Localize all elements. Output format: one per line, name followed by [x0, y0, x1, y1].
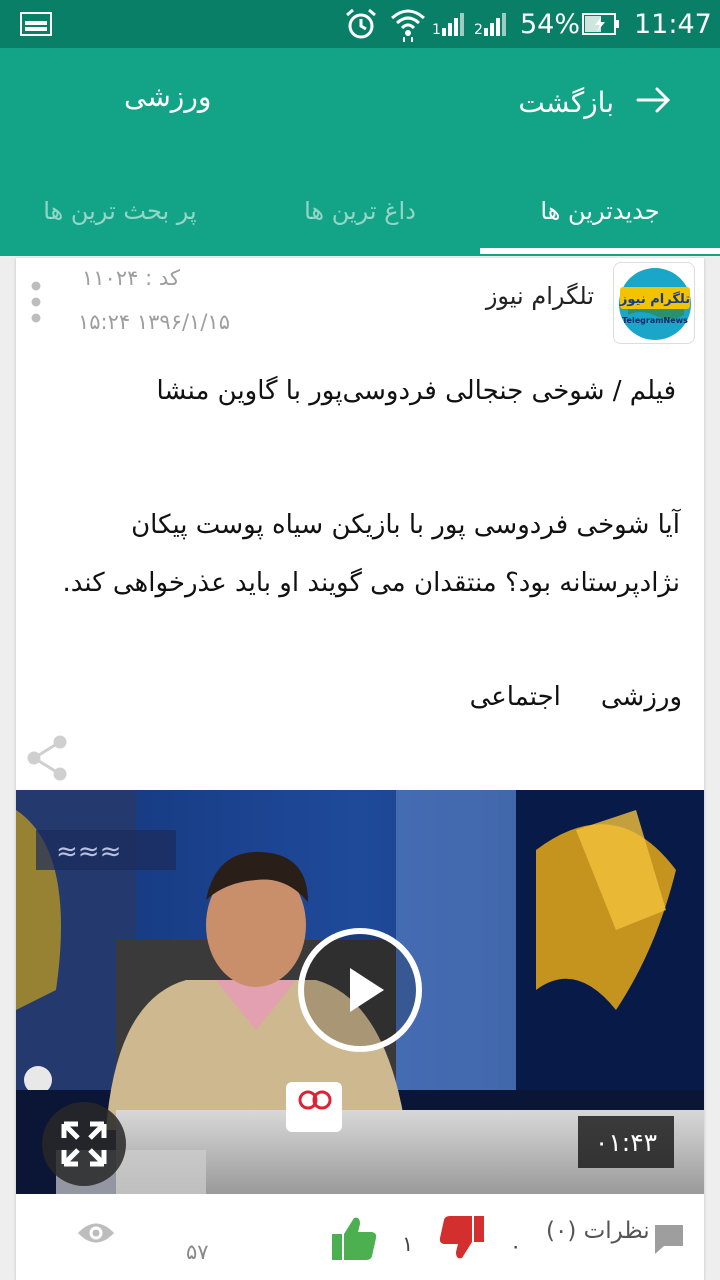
- wifi-icon: [390, 0, 426, 48]
- battery-charging-icon: [582, 0, 620, 48]
- post-body-line: آیا شوخی فردوسی پور با بازیکن سیاه پوست …: [131, 510, 680, 540]
- video-duration: ۰۱:۴۳: [578, 1116, 674, 1168]
- arrow-right-icon: [636, 87, 671, 117]
- signal1-icon: 1: [432, 0, 466, 48]
- back-label: بازگشت: [518, 85, 614, 119]
- video-player[interactable]: ≈≈≈ ۰۱:۴۳: [16, 790, 704, 1194]
- svg-text:TelegramNews: TelegramNews: [622, 316, 688, 325]
- clock: 11:47: [634, 8, 712, 40]
- tab-indicator: [480, 248, 720, 254]
- signal2-icon: 2: [474, 0, 508, 48]
- tag-sports[interactable]: ورزشی: [601, 682, 682, 712]
- status-bar: 1 2 54% 11:47: [0, 0, 720, 48]
- dislikes-count: ۰: [510, 1234, 522, 1258]
- post-code: کد : ۱۱۰۲۴: [82, 266, 180, 290]
- tab-newest[interactable]: جدیدترین ها: [480, 166, 720, 256]
- svg-text:2: 2: [474, 22, 483, 38]
- gallery-icon: [20, 0, 52, 48]
- alarm-icon: [344, 0, 378, 48]
- battery-percent: 54%: [520, 8, 581, 40]
- post-headline[interactable]: فیلم / شوخی جنجالی فردوسی‌پور با گاوین م…: [36, 376, 677, 406]
- action-bar: ۵۷ ۱ ۰ نظرات (۰): [16, 1194, 704, 1280]
- thumbs-down-icon[interactable]: [438, 1214, 486, 1262]
- tag-list: ورزشی اجتماعی: [470, 682, 682, 712]
- eye-icon: [76, 1218, 116, 1248]
- svg-text:≈≈≈: ≈≈≈: [56, 837, 121, 867]
- expand-icon: [61, 1121, 107, 1167]
- source-name[interactable]: تلگرام نیوز: [486, 282, 594, 310]
- likes-count: ۱: [402, 1232, 414, 1256]
- play-button[interactable]: [298, 928, 422, 1052]
- share-icon[interactable]: [24, 734, 70, 782]
- svg-text:تلگرام نیوز: تلگرام نیوز: [619, 291, 690, 307]
- tab-hottest[interactable]: داغ ترین ها: [240, 166, 480, 256]
- comment-icon[interactable]: [652, 1222, 686, 1256]
- svg-text:1: 1: [432, 22, 441, 38]
- app-bar: بازگشت ورزشی جدیدترین ها داغ ترین ها پر …: [0, 48, 720, 256]
- fullscreen-button[interactable]: [42, 1102, 126, 1186]
- post-body-line: نژادپرستانه بود؟ منتقدان می گویند او بای…: [62, 568, 680, 598]
- tab-most-discussed[interactable]: پر بحث ترین ها: [0, 166, 240, 256]
- thumbs-up-icon[interactable]: [330, 1214, 378, 1262]
- views-count: ۵۷: [186, 1240, 209, 1264]
- post-date: ۱۵:۲۴ ۱۳۹۶/۱/۱۵: [78, 310, 230, 334]
- back-button[interactable]: بازگشت: [518, 78, 671, 126]
- source-avatar[interactable]: تلگرام نیوز TelegramNews: [613, 262, 695, 344]
- post-body: آیا شوخی فردوسی پور با بازیکن سیاه پوست …: [30, 496, 680, 612]
- tag-social[interactable]: اجتماعی: [470, 682, 561, 712]
- comments-button[interactable]: نظرات (۰): [546, 1218, 650, 1244]
- more-vert-icon[interactable]: [30, 280, 42, 326]
- news-card[interactable]: تلگرام نیوز TelegramNews تلگرام نیوز کد …: [16, 258, 704, 1280]
- page-title: ورزشی: [124, 80, 212, 113]
